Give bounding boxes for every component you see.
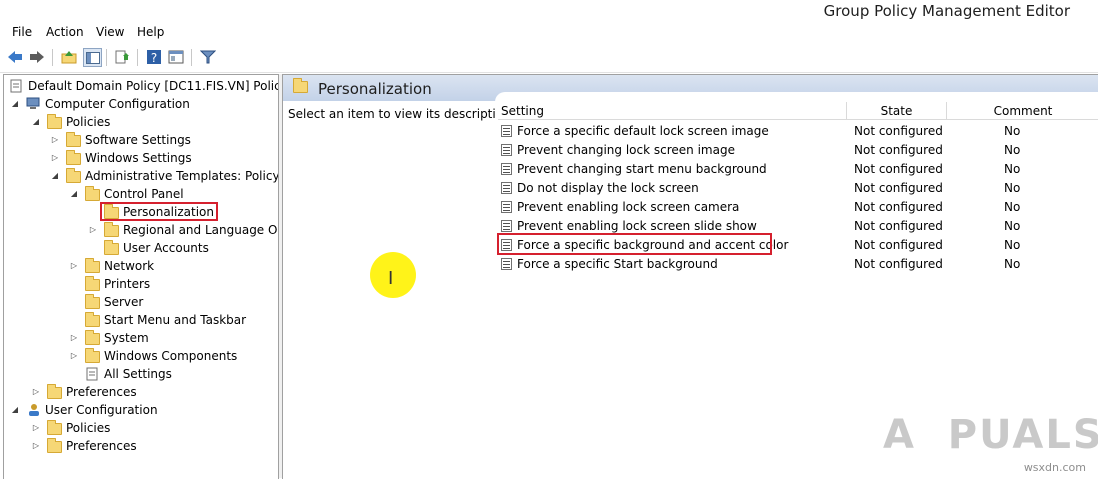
window-title: Group Policy Management Editor — [823, 2, 1070, 20]
menu-help[interactable]: Help — [137, 25, 164, 39]
tree-node-all-settings[interactable]: All Settings — [85, 365, 172, 382]
user-icon — [26, 403, 42, 417]
folder-icon — [104, 203, 120, 219]
collapsed-arrow-icon[interactable]: ▷ — [49, 152, 61, 164]
folder-icon — [66, 149, 82, 165]
tree-node-personalization[interactable]: Personalization — [100, 202, 218, 221]
tree-node-administrative-templates[interactable]: ◢ Administrative Templates: Policy defin… — [49, 167, 278, 184]
tree-node-user-accounts[interactable]: User Accounts — [104, 239, 209, 256]
folder-icon — [85, 293, 101, 309]
folder-icon — [47, 419, 63, 435]
tree-node-root[interactable]: Default Domain Policy [DC11.FIS.VN] Poli… — [9, 77, 278, 94]
expanded-arrow-icon[interactable]: ◢ — [9, 98, 21, 110]
folder-icon — [104, 221, 120, 237]
collapsed-arrow-icon[interactable]: ▷ — [87, 224, 99, 236]
policy-document-icon — [9, 79, 25, 93]
table-row[interactable]: Prevent changing lock screen image Not c… — [501, 140, 1091, 159]
category-title: Personalization — [318, 80, 432, 98]
folder-icon — [47, 437, 63, 453]
policy-setting-icon — [501, 162, 512, 175]
policy-setting-icon — [501, 143, 512, 156]
svg-text:?: ? — [151, 51, 157, 65]
folder-icon — [104, 239, 120, 255]
properties-icon[interactable] — [167, 48, 185, 66]
tree-node-computer-configuration[interactable]: ◢ Computer Configuration — [9, 95, 190, 112]
table-row[interactable]: Force a specific default lock screen ima… — [501, 121, 1091, 140]
folder-icon — [85, 185, 101, 201]
selected-highlight: Personalization — [100, 202, 218, 221]
tree-node-user-configuration[interactable]: ◢ User Configuration — [9, 401, 158, 418]
toolbar: ? — [0, 43, 1098, 73]
collapsed-arrow-icon[interactable]: ▷ — [30, 440, 42, 452]
show-hide-tree-icon[interactable] — [83, 48, 102, 67]
tree-node-software-settings[interactable]: ▷ Software Settings — [49, 131, 191, 148]
selected-row-highlight — [497, 233, 772, 255]
tree-node-policies[interactable]: ◢ Policies — [30, 113, 110, 130]
table-row[interactable]: Prevent changing start menu background N… — [501, 159, 1091, 178]
menu-file[interactable]: File — [12, 25, 32, 39]
folder-icon — [47, 113, 63, 129]
policy-setting-icon — [501, 257, 512, 270]
expanded-arrow-icon[interactable]: ◢ — [49, 170, 61, 182]
expanded-arrow-icon[interactable]: ◢ — [9, 404, 21, 416]
expanded-arrow-icon[interactable]: ◢ — [30, 116, 42, 128]
tree-node-control-panel[interactable]: ◢ Control Panel — [68, 185, 184, 202]
collapsed-arrow-icon[interactable]: ▷ — [68, 350, 80, 362]
folder-icon — [66, 167, 82, 183]
folder-icon — [85, 347, 101, 363]
help-icon[interactable]: ? — [145, 48, 163, 66]
folder-icon — [293, 78, 308, 93]
tree-node-windows-settings[interactable]: ▷ Windows Settings — [49, 149, 192, 166]
folder-icon — [85, 257, 101, 273]
column-header-comment[interactable]: Comment — [947, 102, 1098, 120]
navigation-tree: Default Domain Policy [DC11.FIS.VN] Poli… — [3, 74, 279, 479]
policy-setting-icon — [501, 124, 512, 137]
all-settings-icon — [85, 367, 101, 381]
table-row[interactable]: Force a specific Start background Not co… — [501, 254, 1091, 273]
tree-node-network[interactable]: ▷ Network — [68, 257, 154, 274]
title-bar: Group Policy Management Editor — [0, 0, 1098, 22]
collapsed-arrow-icon[interactable]: ▷ — [49, 134, 61, 146]
watermark-logo: A PUALS — [883, 412, 1098, 458]
menu-view[interactable]: View — [96, 25, 124, 39]
tree-node-regional-language[interactable]: ▷ Regional and Language Options — [87, 221, 278, 238]
folder-icon — [85, 275, 101, 291]
folder-icon — [66, 131, 82, 147]
tree-node-start-menu-taskbar[interactable]: Start Menu and Taskbar — [85, 311, 246, 328]
tree-node-windows-components[interactable]: ▷ Windows Components — [68, 347, 237, 364]
tree-node-user-preferences[interactable]: ▷ Preferences — [30, 437, 137, 454]
forward-icon[interactable] — [28, 48, 46, 66]
expanded-arrow-icon[interactable]: ◢ — [68, 188, 80, 200]
text-cursor-icon: I — [388, 268, 394, 289]
folder-up-icon[interactable] — [60, 48, 78, 66]
tree-node-printers[interactable]: Printers — [85, 275, 150, 292]
table-row[interactable]: Prevent enabling lock screen camera Not … — [501, 197, 1091, 216]
collapsed-arrow-icon[interactable]: ▷ — [68, 332, 80, 344]
folder-icon — [47, 383, 63, 399]
table-row[interactable]: Do not display the lock screen Not confi… — [501, 178, 1091, 197]
collapsed-arrow-icon[interactable]: ▷ — [68, 260, 80, 272]
computer-icon — [26, 97, 42, 111]
filter-icon[interactable] — [199, 48, 217, 66]
watermark-site: wsxdn.com — [1023, 461, 1086, 474]
policy-setting-icon — [501, 200, 512, 213]
policy-setting-icon — [501, 181, 512, 194]
description-text: Select an item to view its description. — [288, 107, 515, 121]
column-header-setting[interactable]: Setting — [498, 102, 847, 120]
tree-node-preferences[interactable]: ▷ Preferences — [30, 383, 137, 400]
collapsed-arrow-icon[interactable]: ▷ — [30, 386, 42, 398]
collapsed-arrow-icon[interactable]: ▷ — [30, 422, 42, 434]
menu-bar: File Action View Help — [0, 22, 1098, 43]
tree-node-user-policies[interactable]: ▷ Policies — [30, 419, 110, 436]
tree-node-system[interactable]: ▷ System — [68, 329, 149, 346]
folder-icon — [85, 329, 101, 345]
policy-setting-icon — [501, 219, 512, 232]
column-header-state[interactable]: State — [847, 102, 947, 120]
tree-node-server[interactable]: Server — [85, 293, 143, 310]
menu-action[interactable]: Action — [46, 25, 84, 39]
folder-icon — [85, 311, 101, 327]
export-list-icon[interactable] — [113, 48, 131, 66]
back-icon[interactable] — [6, 48, 24, 66]
